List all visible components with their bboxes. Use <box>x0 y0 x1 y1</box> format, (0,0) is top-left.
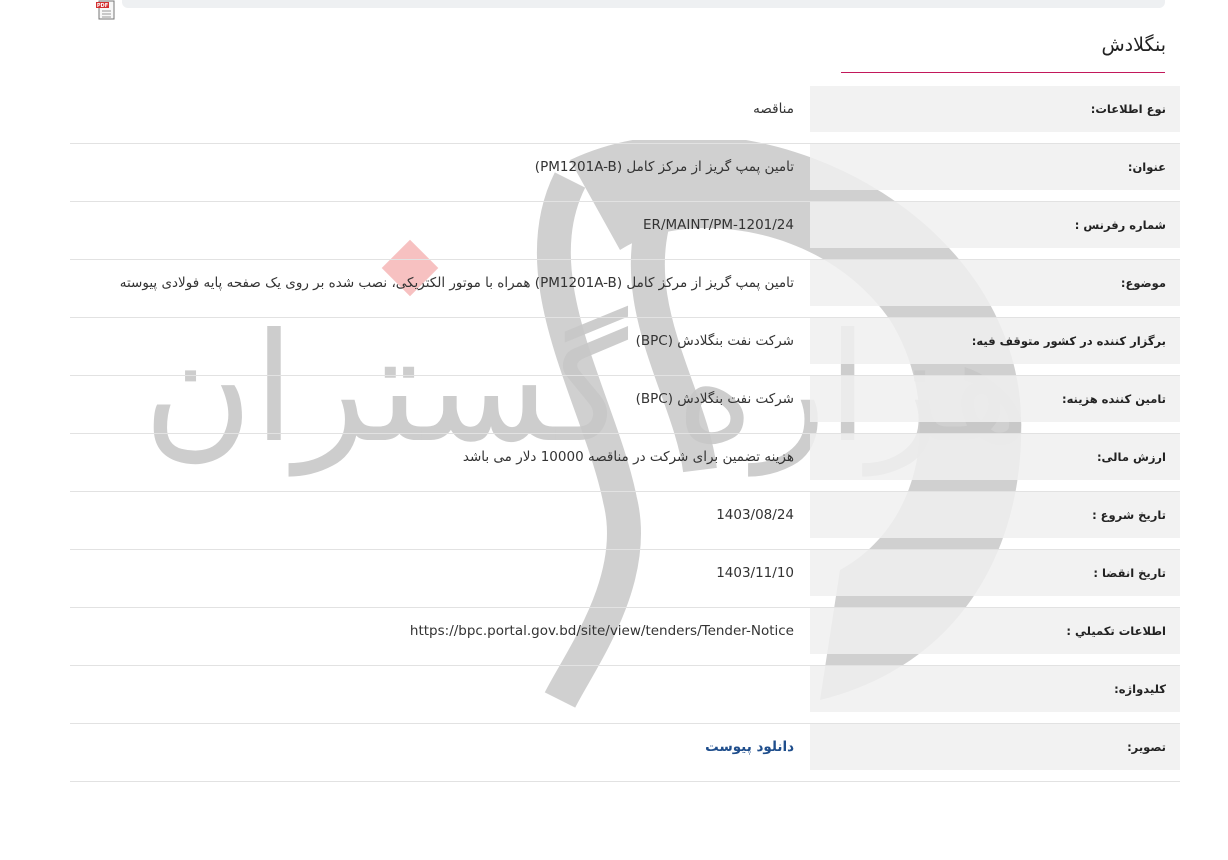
page-title: بنگلادش <box>1101 34 1166 56</box>
row-value: 1403/11/10 <box>716 565 794 581</box>
table-row: موضوع: تامین پمپ گریز از مرکز کامل (PM12… <box>70 260 1180 318</box>
tender-details-table: نوع اطلاعات: مناقصه عنوان: تامین پمپ گری… <box>70 86 1180 782</box>
top-bar <box>122 0 1165 8</box>
pdf-file-icon[interactable]: PDF <box>96 0 118 20</box>
row-value: ER/MAINT/PM-1201/24 <box>643 217 794 233</box>
row-label: نوع اطلاعات: <box>810 86 1180 132</box>
row-label: اطلاعات تکمیلي : <box>810 608 1180 654</box>
row-label: تامین کننده هزینه: <box>810 376 1180 422</box>
row-label: تصویر: <box>810 724 1180 770</box>
row-value: تامین پمپ گریز از مرکز کامل (PM1201A-B) <box>534 159 794 175</box>
row-value: شرکت نفت بنگلادش (BPC) <box>635 391 794 407</box>
svg-text:PDF: PDF <box>97 3 108 9</box>
row-label: تاریخ انقضا : <box>810 550 1180 596</box>
table-row: تاریخ انقضا : 1403/11/10 <box>70 550 1180 608</box>
table-row: نوع اطلاعات: مناقصه <box>70 86 1180 144</box>
row-value: 1403/08/24 <box>716 507 794 523</box>
row-value: هزینه تضمین برای شرکت در مناقصه 10000 دل… <box>462 449 794 465</box>
row-value: مناقصه <box>753 101 794 117</box>
row-value: شرکت نفت بنگلادش (BPC) <box>635 333 794 349</box>
row-label: موضوع: <box>810 260 1180 306</box>
table-row: برگزار کننده در کشور متوقف فیه: شرکت نفت… <box>70 318 1180 376</box>
row-label: شماره رفرنس : <box>810 202 1180 248</box>
table-row: تاریخ شروع : 1403/08/24 <box>70 492 1180 550</box>
row-label: برگزار کننده در کشور متوقف فیه: <box>810 318 1180 364</box>
row-value <box>74 666 794 712</box>
row-label: عنوان: <box>810 144 1180 190</box>
table-row: تصویر: دانلود پیوست <box>70 724 1180 782</box>
row-label: ارزش مالی: <box>810 434 1180 480</box>
table-row: کلیدواژه: <box>70 666 1180 724</box>
table-row: شماره رفرنس : ER/MAINT/PM-1201/24 <box>70 202 1180 260</box>
table-row: عنوان: تامین پمپ گریز از مرکز کامل (PM12… <box>70 144 1180 202</box>
title-underline <box>841 72 1165 73</box>
row-value: https://bpc.portal.gov.bd/site/view/tend… <box>409 623 794 639</box>
table-row: اطلاعات تکمیلي : https://bpc.portal.gov.… <box>70 608 1180 666</box>
download-attachment-link[interactable]: دانلود پیوست <box>74 724 794 770</box>
row-label: کلیدواژه: <box>810 666 1180 712</box>
table-row: تامین کننده هزینه: شرکت نفت بنگلادش (BPC… <box>70 376 1180 434</box>
row-label: تاریخ شروع : <box>810 492 1180 538</box>
row-value: تامین پمپ گریز از مرکز کامل (PM1201A-B) … <box>119 275 794 291</box>
table-row: ارزش مالی: هزینه تضمین برای شرکت در مناق… <box>70 434 1180 492</box>
